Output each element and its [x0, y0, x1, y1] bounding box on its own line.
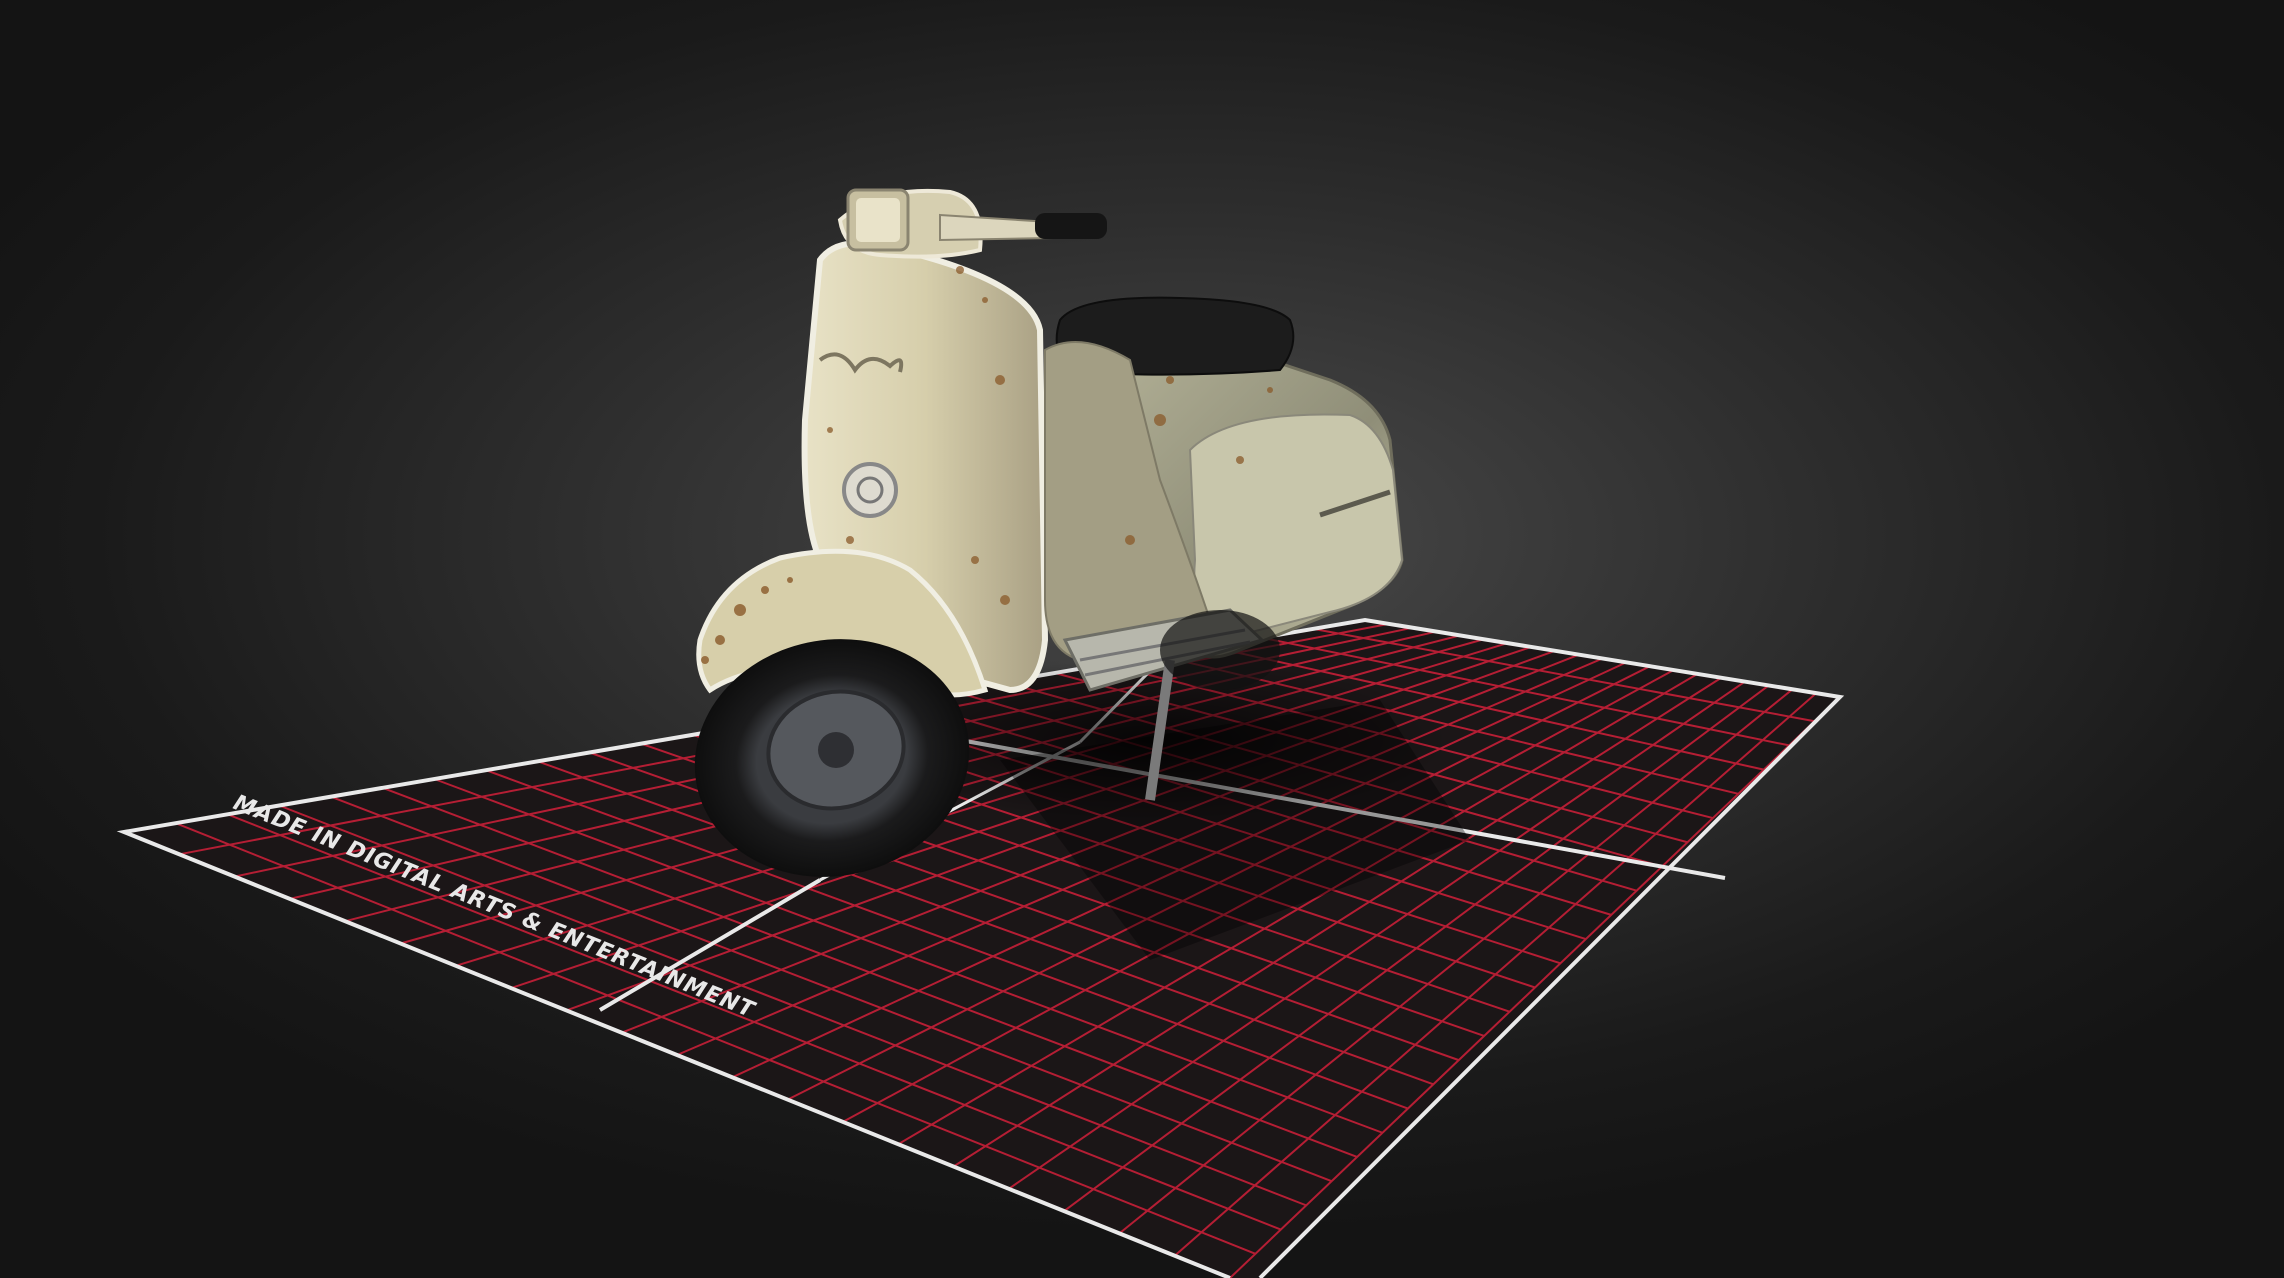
viewport-3d[interactable]: MADE IN DIGITAL ARTS & ENTERTAINMENT — [0, 0, 2284, 1278]
vespa-badge-icon — [842, 462, 898, 518]
